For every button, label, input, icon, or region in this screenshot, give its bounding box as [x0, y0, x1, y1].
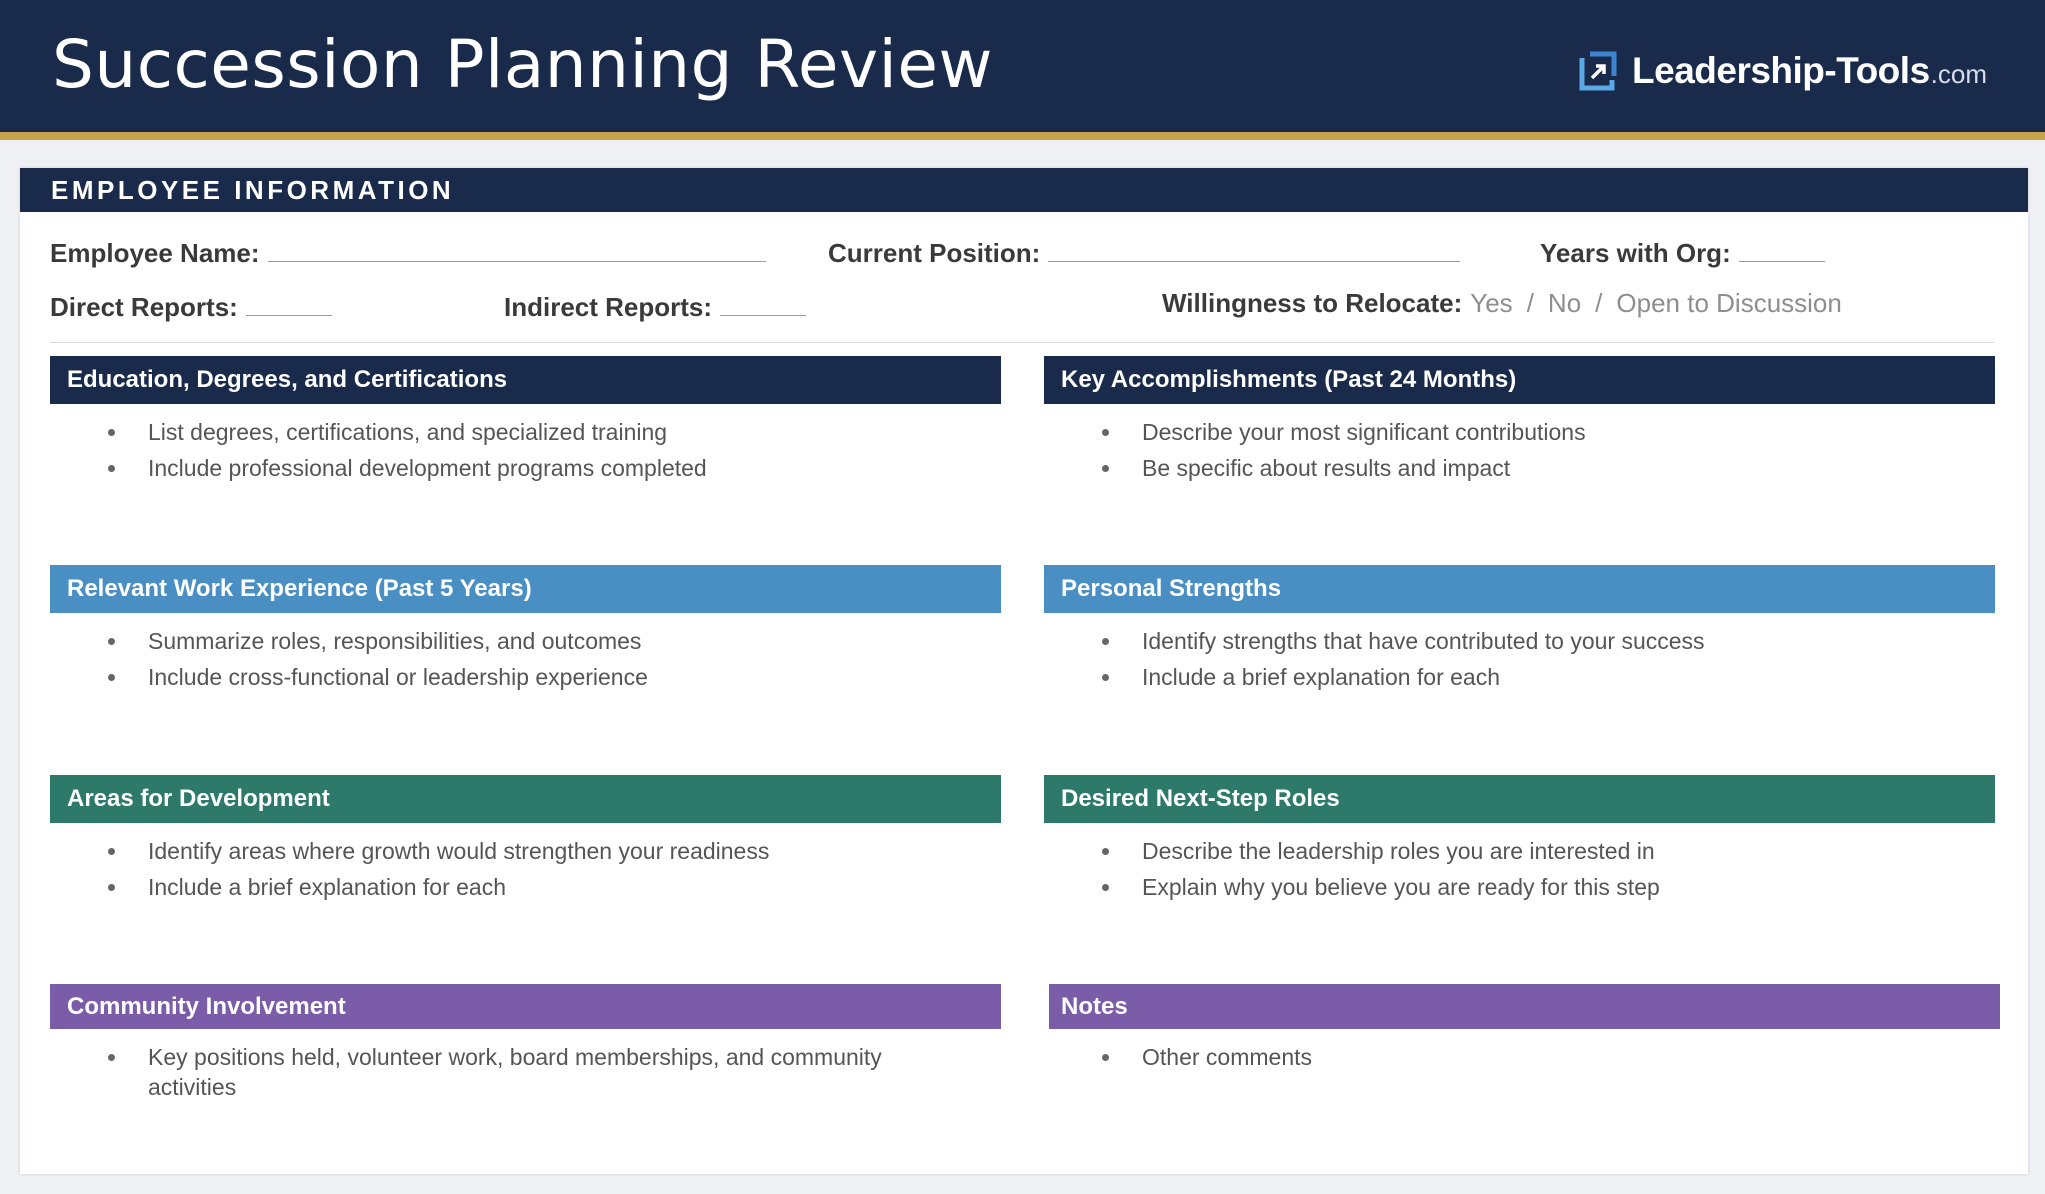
section-personal-strengths: Personal Strengths Identify strengths th…	[1044, 565, 1995, 695]
list-item: Include a brief explanation for each	[108, 869, 988, 905]
list-item: List degrees, certifications, and specia…	[108, 414, 988, 450]
bullet-icon	[108, 429, 115, 436]
section-areas-for-development: Areas for Development Identify areas whe…	[50, 775, 1001, 905]
bullet-icon	[1102, 884, 1109, 891]
indirect-reports-field: Indirect Reports:	[504, 292, 807, 323]
section-next-step-roles: Desired Next-Step Roles Describe the lea…	[1044, 775, 1995, 905]
section-list: Describe the leadership roles you are in…	[1044, 823, 1995, 905]
list-item: Describe the leadership roles you are in…	[1102, 833, 1982, 869]
bullet-icon	[1102, 465, 1109, 472]
page-title: Succession Planning Review	[52, 26, 993, 103]
current-position-label: Current Position:	[828, 238, 1041, 268]
bullet-icon	[108, 884, 115, 891]
bullet-icon	[1102, 1054, 1109, 1061]
list-item-text: Other comments	[1142, 1044, 1312, 1070]
bullet-icon	[108, 465, 115, 472]
section-heading: Key Accomplishments (Past 24 Months)	[1044, 356, 1995, 404]
relocate-option-no[interactable]: No	[1548, 288, 1581, 319]
relocate-separator: /	[1595, 288, 1603, 318]
list-item-text: Include professional development program…	[148, 455, 707, 481]
section-heading: Relevant Work Experience (Past 5 Years)	[50, 565, 1001, 613]
section-list: Summarize roles, responsibilities, and o…	[50, 613, 1001, 695]
relocate-separator: /	[1526, 288, 1534, 318]
section-heading: Education, Degrees, and Certifications	[50, 356, 1001, 404]
list-item: Include cross-functional or leadership e…	[108, 659, 988, 695]
list-item: Describe your most significant contribut…	[1102, 414, 1982, 450]
years-with-org-label: Years with Org:	[1540, 238, 1731, 268]
current-position-field: Current Position:	[828, 238, 1461, 269]
section-key-accomplishments: Key Accomplishments (Past 24 Months) Des…	[1044, 356, 1995, 486]
section-list: Identify areas where growth would streng…	[50, 823, 1001, 905]
section-work-experience: Relevant Work Experience (Past 5 Years) …	[50, 565, 1001, 695]
section-notes: Notes Other comments	[1049, 984, 2000, 1075]
section-divider	[50, 342, 1994, 343]
employee-name-field: Employee Name:	[50, 238, 766, 269]
list-item: Explain why you believe you are ready fo…	[1102, 869, 1982, 905]
years-with-org-input[interactable]	[1738, 240, 1825, 262]
list-item-text: Describe your most significant contribut…	[1142, 419, 1586, 445]
current-position-input[interactable]	[1048, 240, 1461, 262]
section-list: Describe your most significant contribut…	[1044, 404, 1995, 486]
list-item: Be specific about results and impact	[1102, 450, 1982, 486]
list-item: Include a brief explanation for each	[1102, 659, 1982, 695]
indirect-reports-label: Indirect Reports:	[504, 292, 713, 322]
bullet-icon	[108, 638, 115, 645]
list-item: Key positions held, volunteer work, boar…	[108, 1039, 948, 1102]
list-item: Identify areas where growth would streng…	[108, 833, 988, 869]
list-item-text: Include cross-functional or leadership e…	[148, 664, 648, 690]
relocate-field: Willingness to Relocate: Yes / No / Open…	[1162, 288, 1842, 319]
bullet-icon	[108, 674, 115, 681]
brand-name-text: Leadership-Tools	[1632, 50, 1930, 91]
list-item-text: List degrees, certifications, and specia…	[148, 419, 668, 445]
brand-name: Leadership-Tools.com	[1632, 50, 1987, 92]
relocate-option-yes[interactable]: Yes	[1470, 288, 1512, 319]
list-item: Other comments	[1102, 1039, 1982, 1075]
list-item-text: Explain why you believe you are ready fo…	[1142, 874, 1660, 900]
bullet-icon	[108, 1054, 115, 1061]
list-item-text: Identify strengths that have contributed…	[1142, 628, 1705, 654]
list-item-text: Summarize roles, responsibilities, and o…	[148, 628, 642, 654]
section-heading: Community Involvement	[50, 984, 1001, 1029]
section-list: Other comments	[1049, 1029, 2000, 1075]
list-item-text: Identify areas where growth would streng…	[148, 838, 770, 864]
section-community-involvement: Community Involvement Key positions held…	[50, 984, 1001, 1102]
direct-reports-input[interactable]	[245, 294, 332, 316]
employee-name-label: Employee Name:	[50, 238, 260, 268]
section-list: List degrees, certifications, and specia…	[50, 404, 1001, 486]
relocate-label: Willingness to Relocate:	[1162, 288, 1463, 318]
list-item: Summarize roles, responsibilities, and o…	[108, 623, 988, 659]
list-item-text: Be specific about results and impact	[1142, 455, 1511, 481]
list-item-text: Key positions held, volunteer work, boar…	[148, 1044, 882, 1100]
bullet-icon	[108, 848, 115, 855]
relocate-option-open[interactable]: Open to Discussion	[1616, 288, 1841, 319]
brand-logo[interactable]: Leadership-Tools.com	[1578, 46, 1987, 96]
bullet-icon	[1102, 429, 1109, 436]
bullet-icon	[1102, 848, 1109, 855]
direct-reports-label: Direct Reports:	[50, 292, 238, 322]
section-list: Key positions held, volunteer work, boar…	[50, 1029, 1001, 1102]
list-item: Include professional development program…	[108, 450, 988, 486]
corner-arrow-square-icon	[1579, 51, 1617, 91]
list-item: Identify strengths that have contributed…	[1102, 623, 1982, 659]
section-list: Identify strengths that have contributed…	[1044, 613, 1995, 695]
list-item-text: Include a brief explanation for each	[1142, 664, 1501, 690]
list-item-text: Describe the leadership roles you are in…	[1142, 838, 1655, 864]
section-heading: Personal Strengths	[1044, 565, 1995, 613]
years-with-org-field: Years with Org:	[1540, 238, 1825, 269]
section-heading: Notes	[1049, 984, 2000, 1029]
page-header: Succession Planning Review Leadership-To…	[0, 0, 2045, 140]
section-education: Education, Degrees, and Certifications L…	[50, 356, 1001, 486]
section-heading: Areas for Development	[50, 775, 1001, 823]
section-heading: Desired Next-Step Roles	[1044, 775, 1995, 823]
list-item-text: Include a brief explanation for each	[148, 874, 507, 900]
employee-info-heading: EMPLOYEE INFORMATION	[20, 168, 2028, 212]
employee-name-input[interactable]	[267, 240, 766, 262]
bullet-icon	[1102, 674, 1109, 681]
direct-reports-field: Direct Reports:	[50, 292, 332, 323]
indirect-reports-input[interactable]	[720, 294, 807, 316]
review-form-card: EMPLOYEE INFORMATION Employee Name: Curr…	[20, 168, 2028, 1174]
brand-tld: .com	[1930, 59, 1987, 89]
bullet-icon	[1102, 638, 1109, 645]
